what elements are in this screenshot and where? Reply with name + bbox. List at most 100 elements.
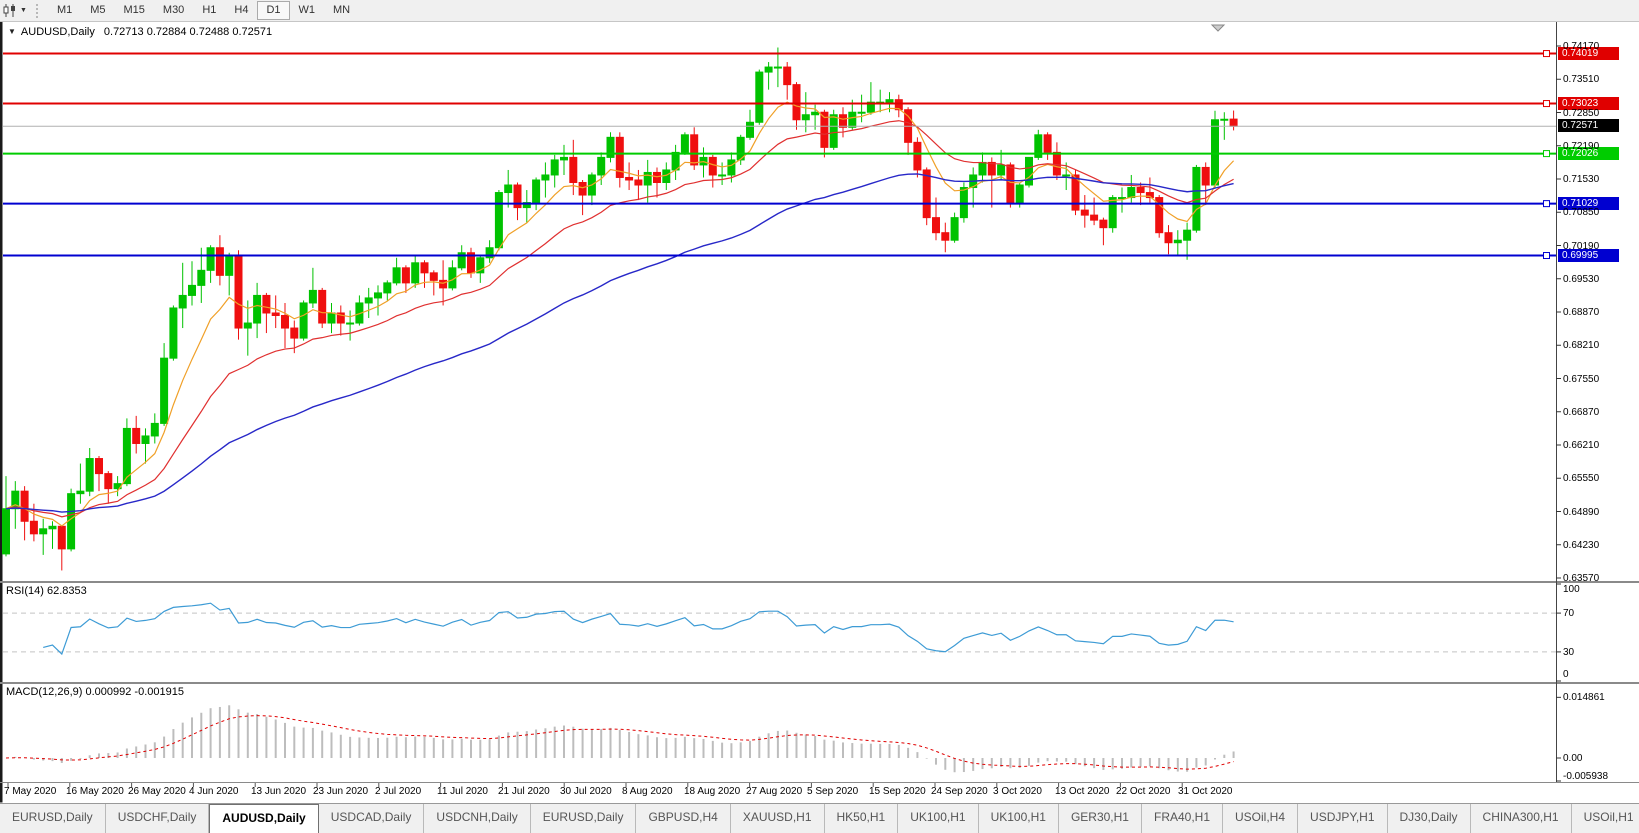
- candle-body: [774, 67, 781, 68]
- chart-tab-usdchf-daily[interactable]: USDCHF,Daily: [106, 804, 210, 833]
- chart-tab-usdcnh-daily[interactable]: USDCNH,Daily: [424, 804, 530, 833]
- candle-body: [691, 135, 698, 165]
- candle-body: [719, 175, 726, 176]
- chart-tab-usdjpy-h1[interactable]: USDJPY,H1: [1298, 804, 1387, 833]
- candle-body: [412, 263, 419, 283]
- candle-body: [933, 218, 940, 233]
- candle-body: [86, 459, 93, 492]
- chart-tab-xauusd-h1[interactable]: XAUUSD,H1: [731, 804, 825, 833]
- candle-body: [812, 112, 819, 115]
- candle-body: [393, 268, 400, 283]
- candle-body: [49, 526, 56, 529]
- candle-body: [1044, 135, 1051, 153]
- candle-body: [189, 285, 196, 295]
- candle-body: [849, 112, 856, 127]
- candle-body: [440, 280, 447, 288]
- candle-body: [914, 142, 921, 170]
- timeframe-button-m15[interactable]: M15: [115, 1, 154, 20]
- candle-body: [161, 358, 168, 423]
- candle-body: [319, 290, 326, 323]
- chart-tab-usdcad-daily[interactable]: USDCAD,Daily: [319, 804, 425, 833]
- candle-body: [30, 521, 37, 534]
- chart-tab-audusd-daily[interactable]: AUDUSD,Daily: [209, 804, 318, 833]
- candle-body: [1119, 198, 1126, 199]
- candle-body: [254, 295, 261, 323]
- timeframe-toolbar: ▼ M1M5M15M30H1H4D1W1MN: [0, 0, 1639, 22]
- candle-body: [96, 459, 103, 474]
- candle-body: [1026, 157, 1033, 185]
- chart-tab-usoil-h4[interactable]: USOil,H4: [1223, 804, 1298, 833]
- chart-tab-ger30-h1[interactable]: GER30,H1: [1059, 804, 1142, 833]
- chart-plot-area[interactable]: [0, 0, 1639, 832]
- chart-tab-uk100-h1[interactable]: UK100,H1: [979, 804, 1059, 833]
- timeframe-button-m5[interactable]: M5: [81, 1, 114, 20]
- candle-body: [1184, 230, 1191, 240]
- candle-body: [1137, 188, 1144, 193]
- line-drag-handle[interactable]: [1544, 101, 1550, 107]
- candle-body: [1063, 175, 1070, 176]
- candle-body: [1212, 120, 1219, 185]
- candle-body: [793, 85, 800, 120]
- candle-body: [802, 115, 809, 120]
- candle-body: [784, 67, 791, 85]
- timeframe-button-mn[interactable]: MN: [324, 1, 359, 20]
- chart-tab-eurusd-daily[interactable]: EURUSD,Daily: [0, 804, 106, 833]
- candle-body: [216, 248, 223, 276]
- candle-body: [1091, 215, 1098, 220]
- chevron-down-icon: ▼: [20, 7, 27, 14]
- candle-body: [421, 263, 428, 273]
- line-drag-handle[interactable]: [1544, 51, 1550, 57]
- line-drag-handle[interactable]: [1544, 253, 1550, 259]
- candle-body: [430, 273, 437, 281]
- candle-body: [747, 122, 754, 137]
- candle-body: [244, 323, 251, 328]
- chart-type-button[interactable]: ▼: [0, 3, 31, 18]
- moving-average-line-55: [6, 174, 1234, 512]
- line-drag-handle[interactable]: [1544, 201, 1550, 207]
- candle-body: [858, 112, 865, 113]
- candle-body: [21, 491, 28, 521]
- chart-tab-fra40-h1[interactable]: FRA40,H1: [1142, 804, 1223, 833]
- candle-body: [1100, 220, 1107, 228]
- candle-body: [235, 255, 242, 328]
- candle-body: [291, 328, 298, 338]
- timeframe-button-w1[interactable]: W1: [290, 1, 325, 20]
- timeframe-button-d1[interactable]: D1: [257, 1, 289, 20]
- candle-body: [951, 218, 958, 241]
- chart-tab-eurusd-daily[interactable]: EURUSD,Daily: [531, 804, 637, 833]
- timeframe-button-h4[interactable]: H4: [225, 1, 257, 20]
- candle-body: [105, 474, 112, 489]
- candle-body: [347, 323, 354, 324]
- timeframe-button-h1[interactable]: H1: [193, 1, 225, 20]
- candle-body: [1221, 119, 1228, 120]
- candle-body: [142, 436, 149, 444]
- chart-tab-dj30-daily[interactable]: DJ30,Daily: [1388, 804, 1471, 833]
- chart-shift-marker-icon[interactable]: [1212, 25, 1224, 31]
- candle-body: [1053, 152, 1060, 175]
- chart-tab-gbpusd-h4[interactable]: GBPUSD,H4: [636, 804, 730, 833]
- candle-body: [551, 160, 558, 175]
- candle-body: [179, 295, 186, 308]
- candle-body: [282, 315, 289, 328]
- timeframe-button-m30[interactable]: M30: [154, 1, 193, 20]
- candle-body: [272, 313, 279, 316]
- candle-body: [830, 115, 837, 148]
- chart-tab-uk100-h1[interactable]: UK100,H1: [898, 804, 978, 833]
- candle-body: [3, 509, 10, 554]
- chart-tab-usoil-h1[interactable]: USOil,H1: [1572, 804, 1639, 833]
- chart-tab-hk50-h1[interactable]: HK50,H1: [825, 804, 899, 833]
- candle-body: [207, 248, 214, 271]
- candle-body: [1230, 119, 1237, 126]
- timeframe-button-m1[interactable]: M1: [48, 1, 81, 20]
- candle-body: [309, 290, 316, 303]
- candle-body: [133, 428, 140, 443]
- candle-body: [840, 115, 847, 128]
- toolbar-grip: [36, 4, 41, 18]
- candle-body: [756, 72, 763, 122]
- candle-body: [198, 270, 205, 285]
- chart-tab-china300-h1[interactable]: CHINA300,H1: [1471, 804, 1572, 833]
- line-drag-handle[interactable]: [1544, 151, 1550, 157]
- candle-body: [365, 298, 372, 303]
- candle-body: [942, 233, 949, 241]
- candle-body: [998, 165, 1005, 175]
